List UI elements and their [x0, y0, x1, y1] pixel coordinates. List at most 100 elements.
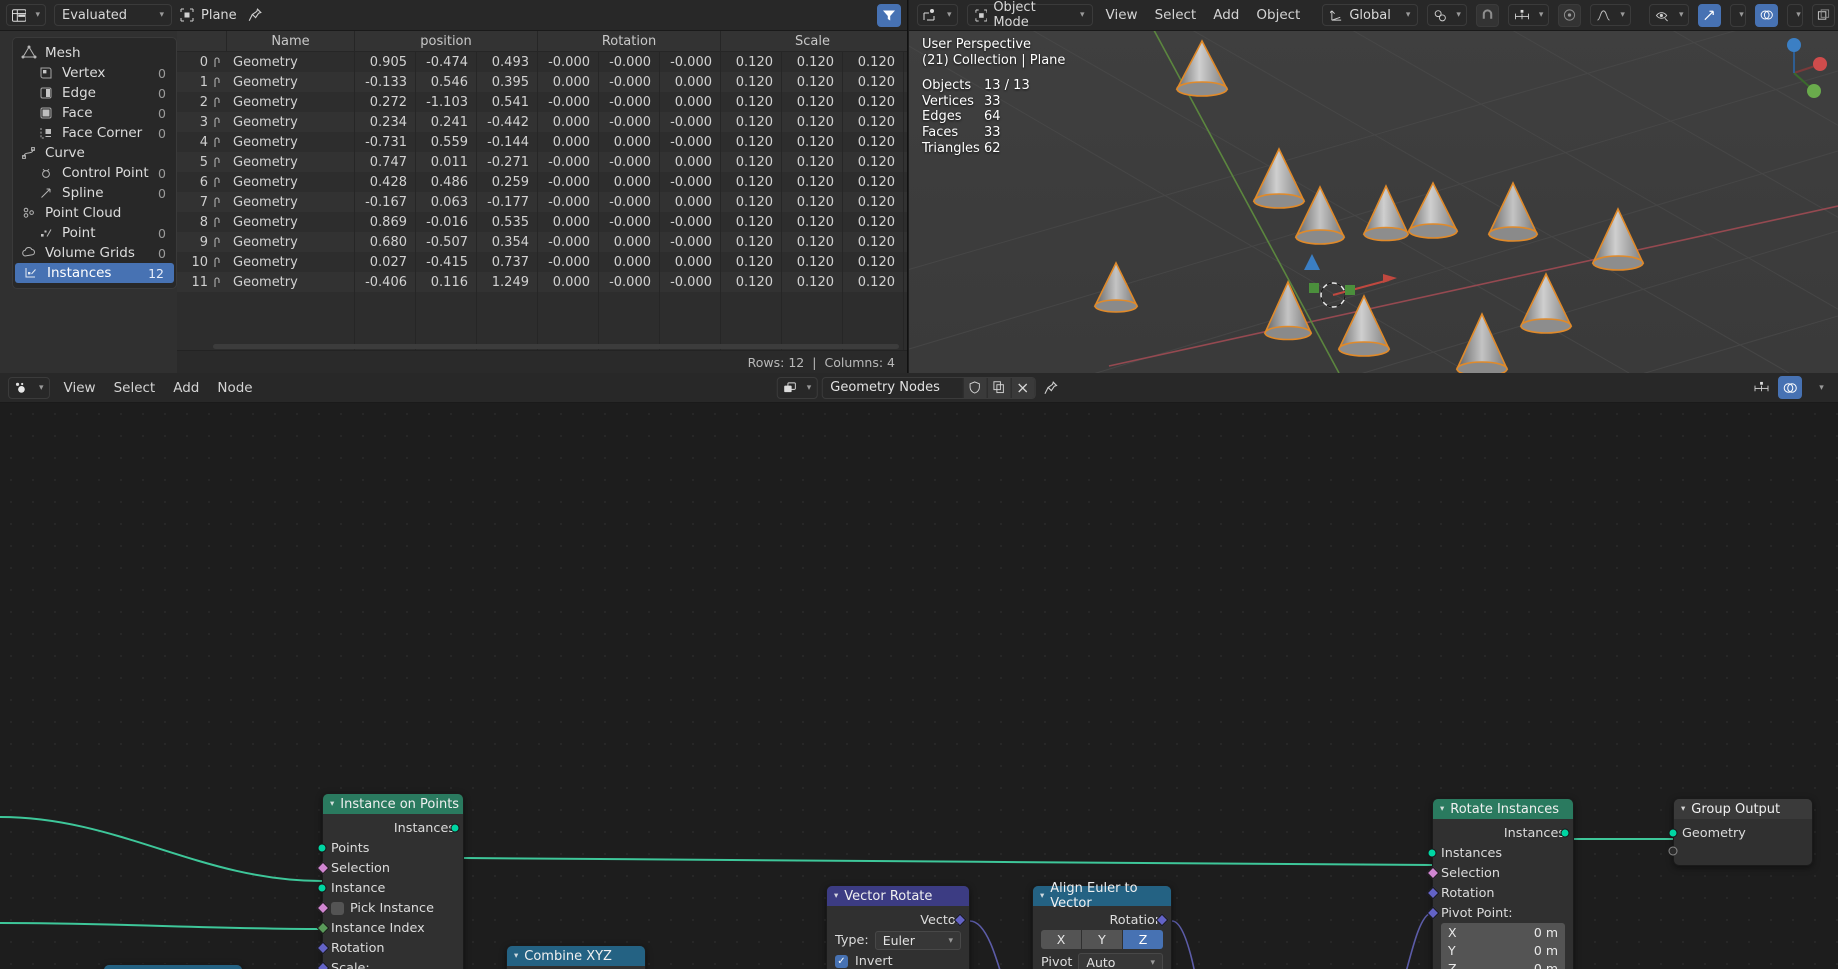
snap-magnet-toggle[interactable] — [1475, 3, 1499, 27]
unlink-tree-button[interactable] — [1010, 377, 1035, 398]
fake-user-button[interactable] — [962, 377, 987, 398]
domain-row-vertex[interactable]: Vertex 0 — [13, 63, 176, 83]
domain-row-spline[interactable]: Spline 0 — [13, 183, 176, 203]
input-socket-pivot-point[interactable] — [1426, 906, 1440, 920]
snap-increment-dropdown[interactable]: ▾ — [1507, 4, 1550, 26]
node-header[interactable]: ▾ Combine XYZ — [507, 946, 645, 966]
node-options-dropdown[interactable]: ▾ — [1807, 376, 1830, 399]
overlays-toggle[interactable] — [1755, 3, 1779, 27]
gizmo-toggle[interactable] — [1698, 3, 1722, 27]
node-snap-toggle[interactable] — [1750, 376, 1773, 399]
node-header[interactable]: ▾ Rotate Instances — [1433, 799, 1573, 819]
collapse-icon[interactable]: ▾ — [330, 799, 334, 809]
transform-orientation-dropdown[interactable]: Global ▾ — [1322, 4, 1419, 26]
domain-row-instances[interactable]: Instances 12 — [15, 263, 174, 283]
axis-button-y[interactable]: Y — [1082, 930, 1122, 949]
input-socket-instance[interactable] — [317, 883, 327, 893]
domain-row-point-cloud[interactable]: Point Cloud — [13, 203, 176, 223]
dataset-mode-dropdown[interactable]: Evaluated ▾ — [54, 4, 172, 26]
input-socket-instance-index[interactable] — [316, 921, 330, 935]
column-header-position[interactable]: position — [355, 31, 538, 51]
collapse-icon[interactable]: ▾ — [1440, 804, 1444, 814]
input-socket-selection[interactable] — [316, 861, 330, 875]
node-header[interactable]: ▾ Align Euler to Vector — [1033, 881, 1171, 911]
node-menu-add[interactable]: Add — [169, 380, 203, 396]
overlays-dropdown[interactable]: ▾ — [1787, 3, 1804, 27]
pin-node-tree-button[interactable] — [1039, 380, 1061, 395]
node-editor-type-button[interactable]: ▾ — [8, 376, 50, 399]
rotation-type-dropdown[interactable]: Euler ▾ — [874, 931, 961, 950]
viewport-menu-select[interactable]: Select — [1151, 7, 1201, 23]
navigation-gizmo[interactable] — [1758, 37, 1830, 109]
collapse-icon[interactable]: ▾ — [1681, 804, 1685, 814]
duplicate-tree-button[interactable] — [986, 377, 1011, 398]
snap-target-dropdown[interactable]: ▾ — [1427, 4, 1467, 26]
column-header-index[interactable] — [177, 31, 227, 51]
domain-row-face[interactable]: Face 0 — [13, 103, 176, 123]
input-socket-geometry[interactable] — [1668, 828, 1678, 838]
table-row[interactable]: 9 Geometry 0.680 -0.507 0.354 -0.000 0.000 -0.0… — [177, 232, 907, 252]
gizmo-dropdown[interactable]: ▾ — [1730, 3, 1747, 27]
viewport-menu-object[interactable]: Object — [1252, 7, 1304, 23]
viewport-menu-view[interactable]: View — [1102, 7, 1142, 23]
gizmo-axis-x[interactable] — [1813, 57, 1827, 71]
pin-button[interactable] — [245, 8, 265, 22]
node-combine-xyz-1[interactable]: ▾ Combine XYZ Vector X 0.000 — [506, 945, 646, 969]
table-row[interactable]: 5 Geometry 0.747 0.011 -0.271 -0.000 -0.000 0.0… — [177, 152, 907, 172]
domain-row-mesh[interactable]: Mesh — [13, 43, 176, 63]
domain-row-curve[interactable]: Curve — [13, 143, 176, 163]
gizmo-axis-z[interactable] — [1787, 38, 1801, 52]
table-row[interactable]: 4 Geometry -0.731 0.559 -0.144 0.000 0.000 -0.0… — [177, 132, 907, 152]
input-socket-rotation[interactable] — [316, 941, 330, 955]
modifier-browse-button[interactable]: ▾ — [776, 376, 818, 399]
table-row[interactable]: 2 Geometry 0.272 -1.103 0.541 -0.000 -0.000 0.0… — [177, 92, 907, 112]
node-header[interactable]: ▾ Group Output — [1674, 799, 1812, 819]
visibility-dropdown[interactable]: ▾ — [1648, 4, 1690, 26]
spreadsheet-editor-type-button[interactable]: ▾ — [6, 4, 46, 26]
proportional-editing-toggle[interactable] — [1558, 3, 1582, 27]
xray-toggle[interactable] — [1812, 3, 1836, 27]
node-menu-view[interactable]: View — [60, 380, 100, 396]
filter-button[interactable] — [877, 3, 901, 27]
domain-row-face-corner[interactable]: Face Corner 0 — [13, 123, 176, 143]
domain-row-control-point[interactable]: Control Point 0 — [13, 163, 176, 183]
pivot-x-field[interactable]: X 0 m — [1441, 923, 1565, 941]
collapse-icon[interactable]: ▾ — [834, 891, 838, 901]
collapse-icon[interactable]: ▾ — [1040, 891, 1044, 901]
node-align-euler-to-vector-1[interactable]: ▾ Align Euler to Vector Rotation X Y Z P… — [1032, 881, 1172, 969]
table-row[interactable]: 8 Geometry 0.869 -0.016 0.535 0.000 -0.000 -0.0… — [177, 212, 907, 232]
gizmo-axis-y[interactable] — [1807, 84, 1821, 98]
pick-instance-checkbox[interactable] — [331, 901, 344, 915]
input-socket-instances[interactable] — [1427, 848, 1437, 858]
pivot-z-field[interactable]: Z 0 m — [1441, 959, 1565, 969]
domain-row-volume-grids[interactable]: Volume Grids 0 — [13, 243, 176, 263]
viewport-editor-type-button[interactable]: ▾ — [917, 4, 958, 26]
table-row[interactable]: 0 Geometry 0.905 -0.474 0.493 -0.000 -0.000 -0.… — [177, 52, 907, 72]
node-canvas[interactable]: ▾ Instance on Points Instances Points Se… — [0, 403, 1838, 969]
node-header[interactable]: ▾ Vector Rotate — [827, 886, 969, 906]
input-socket-scale[interactable] — [316, 961, 330, 969]
node-menu-node[interactable]: Node — [213, 380, 256, 396]
table-row[interactable]: 11 Geometry -0.406 0.116 1.249 0.000 -0.000 -0.… — [177, 272, 907, 292]
column-header-scale[interactable]: Scale — [721, 31, 904, 51]
table-row[interactable]: 6 Geometry 0.428 0.486 0.259 -0.000 0.000 -0.00… — [177, 172, 907, 192]
column-header-rotation[interactable]: Rotation — [538, 31, 721, 51]
table-row[interactable]: 10 Geometry 0.027 -0.415 0.737 -0.000 0.000 0.0… — [177, 252, 907, 272]
node-instance-on-points[interactable]: ▾ Instance on Points Instances Points Se… — [316, 793, 464, 969]
input-socket-pick-instance[interactable] — [316, 901, 330, 915]
node-vector-rotate-1[interactable]: ▾ Vector Rotate Vector Type: Euler ▾ ✓ I… — [826, 885, 970, 969]
invert-row[interactable]: ✓ Invert — [835, 951, 961, 969]
table-row[interactable]: 7 Geometry -0.167 0.063 -0.177 -0.000 -0.000 0.… — [177, 192, 907, 212]
horizontal-scrollbar[interactable] — [213, 344, 899, 349]
pivot-dropdown[interactable]: Auto ▾ — [1078, 953, 1163, 969]
output-socket-instances[interactable] — [450, 823, 460, 833]
input-socket-selection[interactable] — [1426, 866, 1440, 880]
node-rotate-instances[interactable]: ▾ Rotate Instances Instances Instances S… — [1426, 798, 1574, 969]
viewport-canvas[interactable]: User Perspective (21) Collection | Plane… — [909, 31, 1838, 373]
domain-row-point[interactable]: Point 0 — [13, 223, 176, 243]
pivot-y-field[interactable]: Y 0 m — [1441, 941, 1565, 959]
node-group-output[interactable]: ▾ Group Output Geometry — [1668, 798, 1813, 866]
node-overlays-toggle[interactable] — [1778, 376, 1802, 399]
node-menu-select[interactable]: Select — [110, 380, 160, 396]
output-socket-instances[interactable] — [1560, 828, 1570, 838]
